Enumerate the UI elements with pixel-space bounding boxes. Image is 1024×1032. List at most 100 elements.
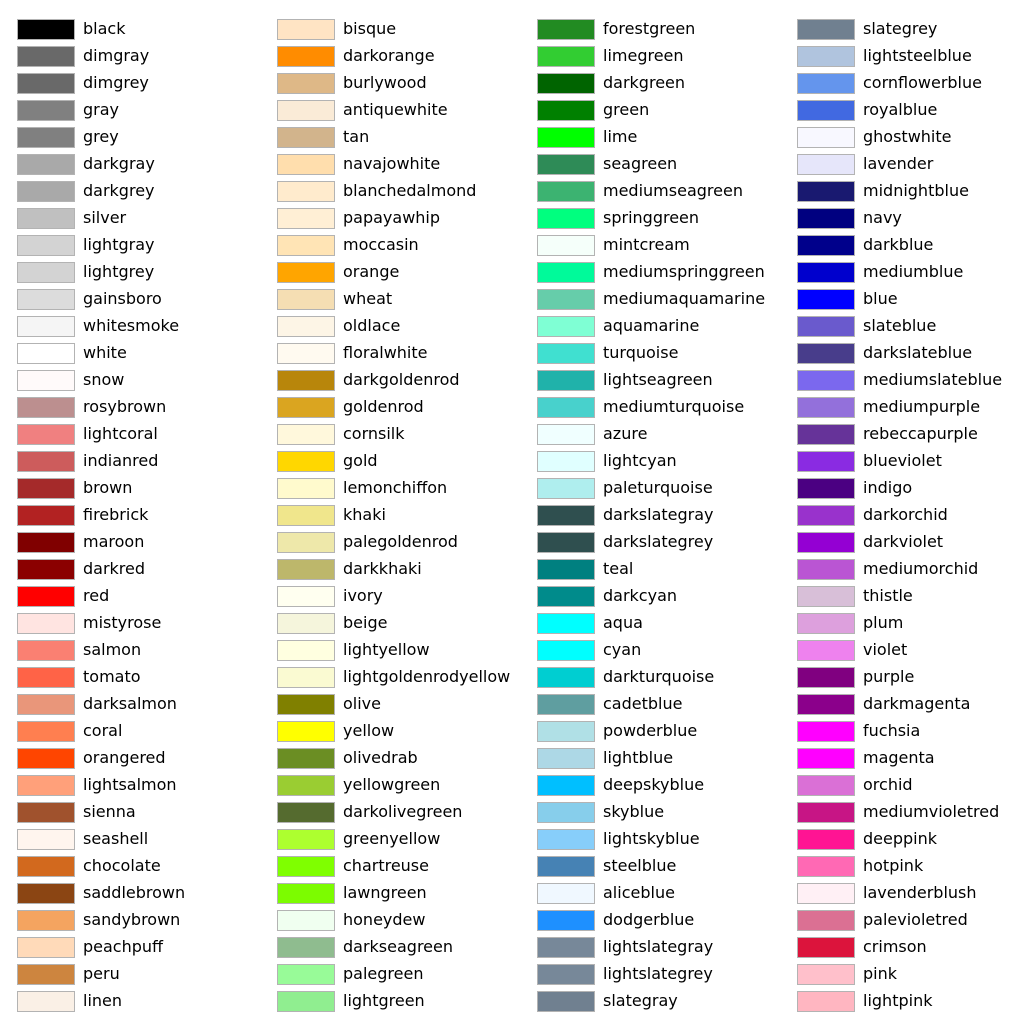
color-label: midnightblue	[863, 181, 969, 200]
color-label: tomato	[83, 667, 141, 686]
color-label: thistle	[863, 586, 913, 605]
color-swatch-lightblue	[537, 748, 595, 769]
color-swatch-tan	[277, 127, 335, 148]
color-label: dimgray	[83, 46, 150, 65]
color-swatch-cornflowerblue	[797, 73, 855, 94]
color-swatch-saddlebrown	[17, 883, 75, 904]
color-label: greenyellow	[343, 829, 441, 848]
color-label: wheat	[343, 289, 393, 308]
color-label: yellowgreen	[343, 775, 441, 794]
color-swatch-floralwhite	[277, 343, 335, 364]
color-label: mistyrose	[83, 613, 162, 632]
color-label: cyan	[603, 640, 642, 659]
color-swatch-mediumpurple	[797, 397, 855, 418]
color-swatch-darkcyan	[537, 586, 595, 607]
color-swatch-silver	[17, 208, 75, 229]
color-swatch-lavenderblush	[797, 883, 855, 904]
color-swatch-lightslategray	[537, 937, 595, 958]
color-swatch-turquoise	[537, 343, 595, 364]
color-swatch-rosybrown	[17, 397, 75, 418]
color-label: blue	[863, 289, 898, 308]
color-swatch-seagreen	[537, 154, 595, 175]
color-label: lemonchiffon	[343, 478, 448, 497]
color-swatch-aquamarine	[537, 316, 595, 337]
color-swatch-sandybrown	[17, 910, 75, 931]
color-swatch-darkviolet	[797, 532, 855, 553]
color-swatch-teal	[537, 559, 595, 580]
color-label: orchid	[863, 775, 913, 794]
color-swatch-khaki	[277, 505, 335, 526]
color-label: yellow	[343, 721, 395, 740]
color-label: snow	[83, 370, 125, 389]
color-label: lawngreen	[343, 883, 427, 902]
color-swatch-lightgoldenrodyellow	[277, 667, 335, 688]
color-label: palegoldenrod	[343, 532, 458, 551]
color-swatch-mediumslateblue	[797, 370, 855, 391]
color-label: gainsboro	[83, 289, 162, 308]
color-swatch-rebeccapurple	[797, 424, 855, 445]
color-swatch-gold	[277, 451, 335, 472]
color-label: lightgoldenrodyellow	[343, 667, 511, 686]
color-label: chocolate	[83, 856, 161, 875]
color-label: darkorchid	[863, 505, 948, 524]
color-label: red	[83, 586, 110, 605]
color-swatch-darkgoldenrod	[277, 370, 335, 391]
color-swatch-dodgerblue	[537, 910, 595, 931]
color-label: hotpink	[863, 856, 924, 875]
color-label: darkgreen	[603, 73, 686, 92]
color-label: darksalmon	[83, 694, 177, 713]
color-swatch-aqua	[537, 613, 595, 634]
color-swatch-darkslategray	[537, 505, 595, 526]
color-swatch-maroon	[17, 532, 75, 553]
color-label: darkkhaki	[343, 559, 422, 578]
color-label: mediumblue	[863, 262, 964, 281]
color-swatch-lemonchiffon	[277, 478, 335, 499]
color-label: darkslategray	[603, 505, 714, 524]
color-label: mediumaquamarine	[603, 289, 766, 308]
color-swatch-peachpuff	[17, 937, 75, 958]
color-swatch-peru	[17, 964, 75, 985]
color-label: purple	[863, 667, 915, 686]
color-swatch-royalblue	[797, 100, 855, 121]
color-swatch-deeppink	[797, 829, 855, 850]
color-label: darkseagreen	[343, 937, 453, 956]
color-swatch-gainsboro	[17, 289, 75, 310]
color-swatch-blanchedalmond	[277, 181, 335, 202]
color-label: darkred	[83, 559, 146, 578]
color-swatch-lime	[537, 127, 595, 148]
color-label: lightsteelblue	[863, 46, 972, 65]
color-swatch-indianred	[17, 451, 75, 472]
color-swatch-dimgrey	[17, 73, 75, 94]
color-swatch-darkseagreen	[277, 937, 335, 958]
color-label: black	[83, 19, 126, 38]
color-label: silver	[83, 208, 127, 227]
color-swatch-brown	[17, 478, 75, 499]
color-label: whitesmoke	[83, 316, 180, 335]
color-label: mediumturquoise	[603, 397, 745, 416]
color-swatch-seashell	[17, 829, 75, 850]
color-swatch-darkblue	[797, 235, 855, 256]
color-label: azure	[603, 424, 648, 443]
color-label: darkturquoise	[603, 667, 715, 686]
color-label: saddlebrown	[83, 883, 186, 902]
color-label: lightslategrey	[603, 964, 713, 983]
color-swatch-navy	[797, 208, 855, 229]
color-swatch-mediumspringgreen	[537, 262, 595, 283]
color-label: mintcream	[603, 235, 690, 254]
color-label: turquoise	[603, 343, 679, 362]
color-label: lightskyblue	[603, 829, 700, 848]
color-label: orange	[343, 262, 400, 281]
color-swatch-magenta	[797, 748, 855, 769]
color-label: plum	[863, 613, 904, 632]
color-label: cornsilk	[343, 424, 405, 443]
color-swatch-darkgrey	[17, 181, 75, 202]
color-swatch-coral	[17, 721, 75, 742]
color-swatch-olivedrab	[277, 748, 335, 769]
color-label: indianred	[83, 451, 159, 470]
color-label: khaki	[343, 505, 386, 524]
color-swatch-limegreen	[537, 46, 595, 67]
color-label: white	[83, 343, 127, 362]
color-swatch-darkgray	[17, 154, 75, 175]
color-label: darkmagenta	[863, 694, 971, 713]
color-swatch-papayawhip	[277, 208, 335, 229]
